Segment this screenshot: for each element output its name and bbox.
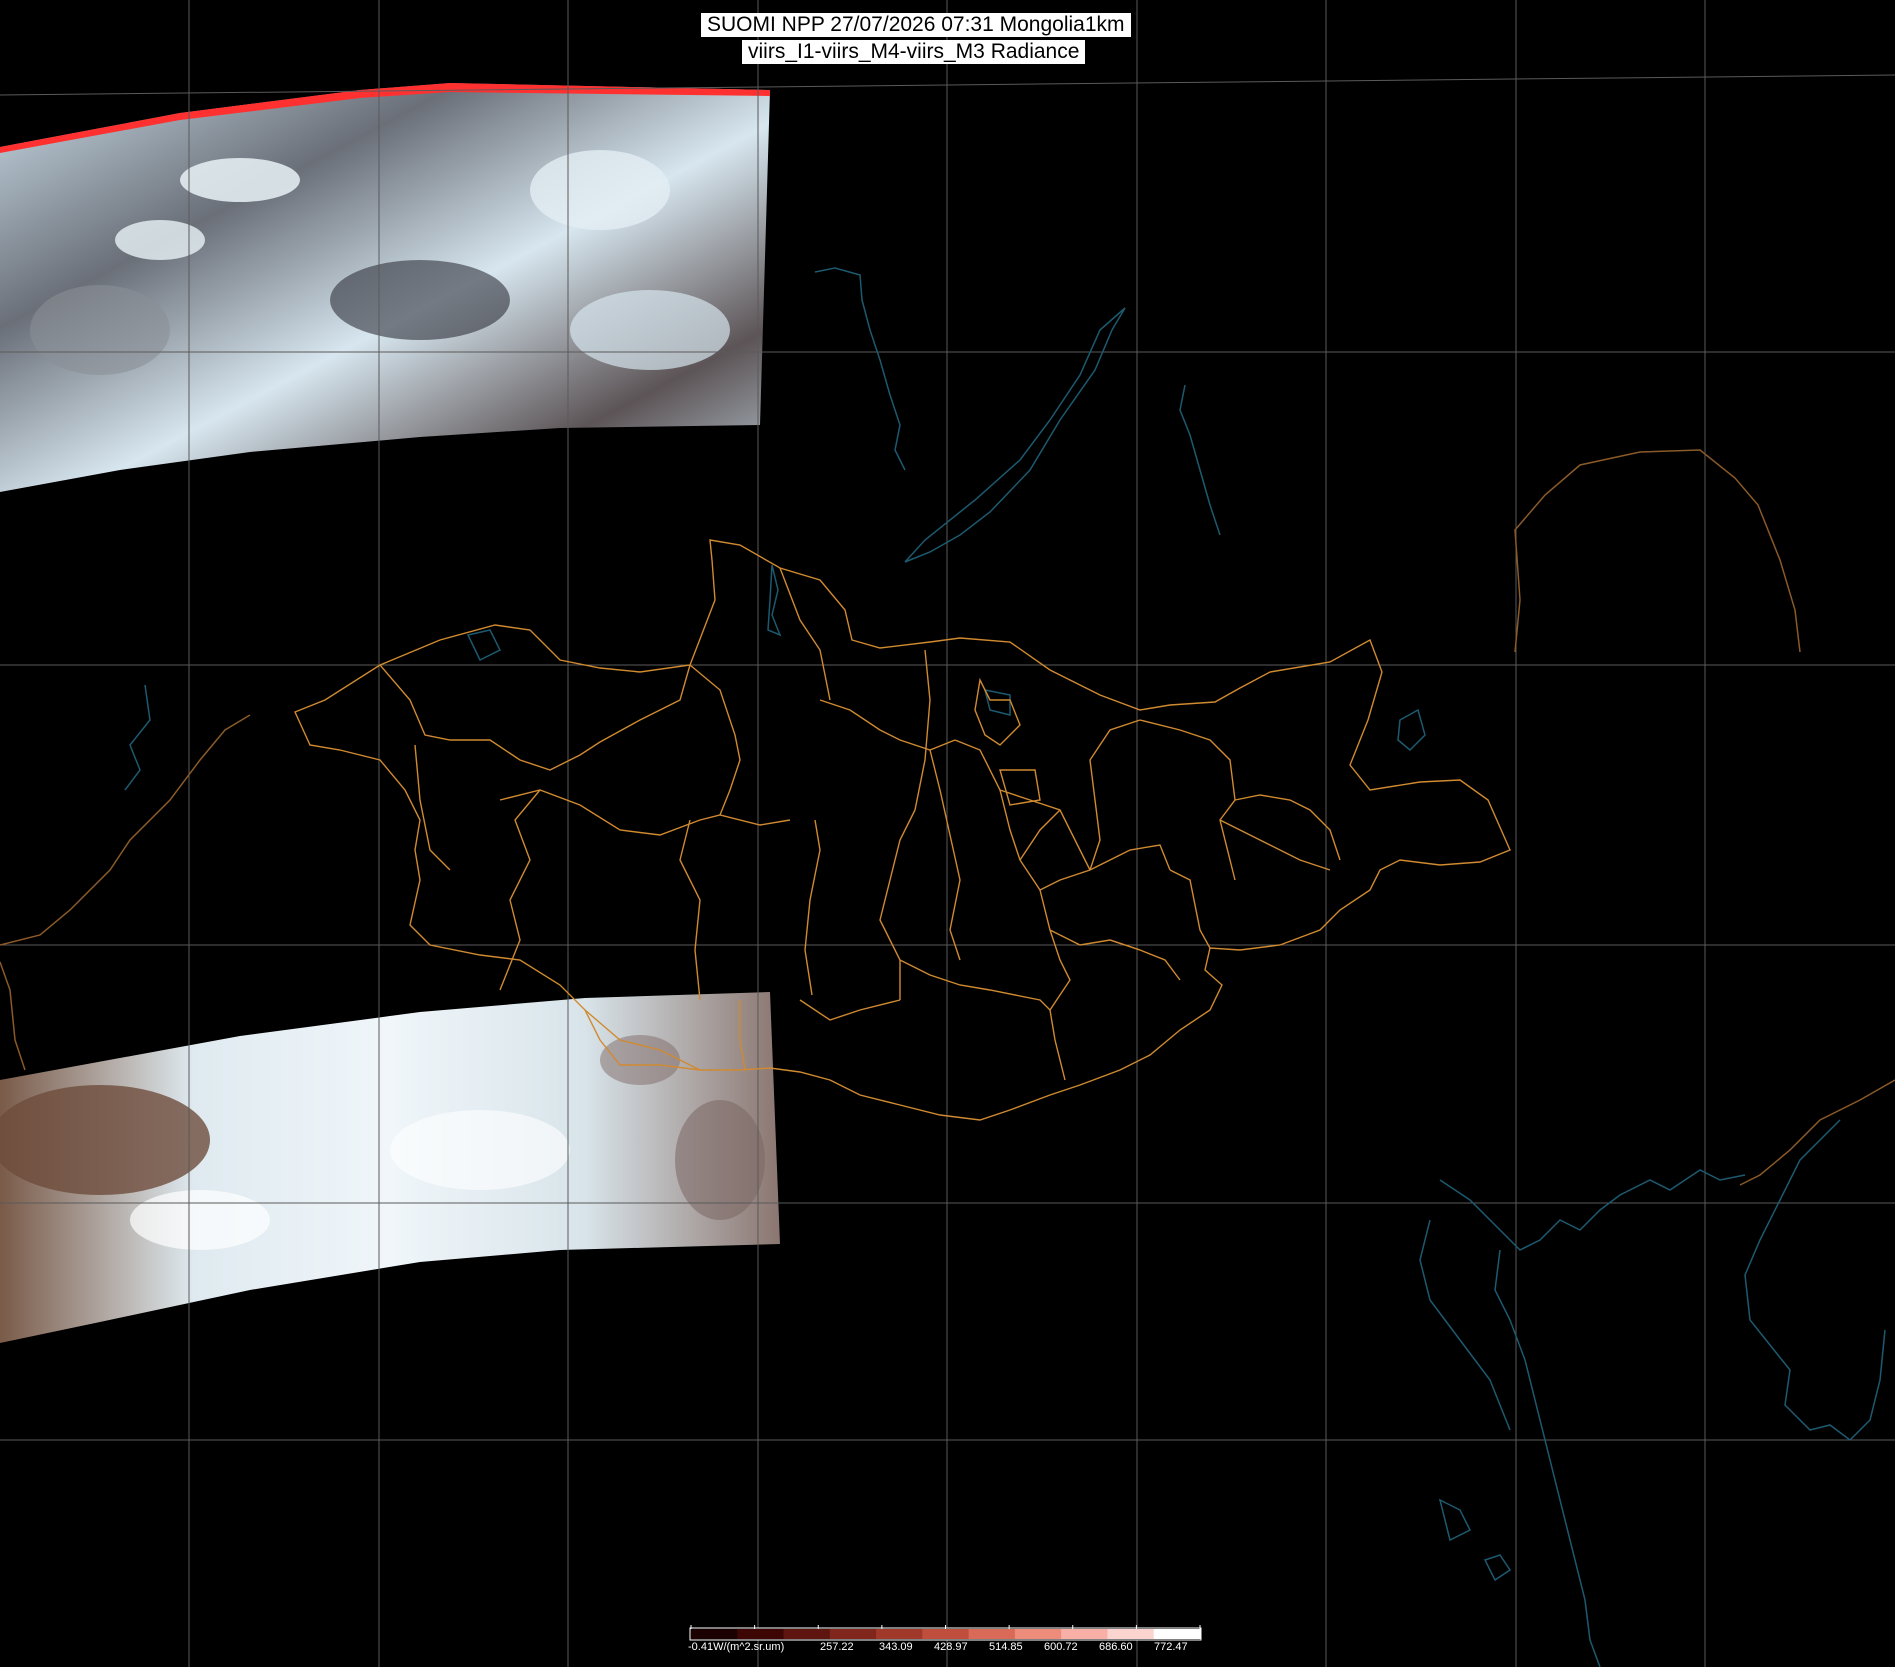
colorbar-step [1107,1629,1155,1639]
colorbar-step [829,1629,877,1639]
colorbar-tick-label: 343.09 [879,1641,913,1653]
colorbar-tick-label: 257.22 [820,1641,854,1653]
colorbar-step [968,1629,1016,1639]
colorbar-step [1153,1629,1201,1639]
colorbar-unit-label: -0.41W/(m^2.sr.um) [688,1641,785,1653]
colorbar-tick-label: 600.72 [1044,1641,1078,1653]
satellite-map [0,0,1895,1667]
map-title-line1: SUOMI NPP 27/07/2026 07:31 Mongolia1km [701,13,1131,37]
colorbar-tick-label: 772.47 [1154,1641,1188,1653]
colorbar-step [1014,1629,1062,1639]
map-title-line2: viirs_I1-viirs_M4-viirs_M3 Radiance [742,40,1086,64]
colorbar-step [737,1629,785,1639]
colorbar-tick-label: 686.60 [1099,1641,1133,1653]
colorbar-tick-label: 428.97 [934,1641,968,1653]
colorbar-step [1061,1629,1108,1639]
colorbar-step [922,1629,970,1639]
colorbar-tick-label: 514.85 [989,1641,1023,1653]
colorbar-step [691,1629,738,1639]
colorbar-step [783,1629,831,1639]
colorbar-step [876,1629,923,1639]
